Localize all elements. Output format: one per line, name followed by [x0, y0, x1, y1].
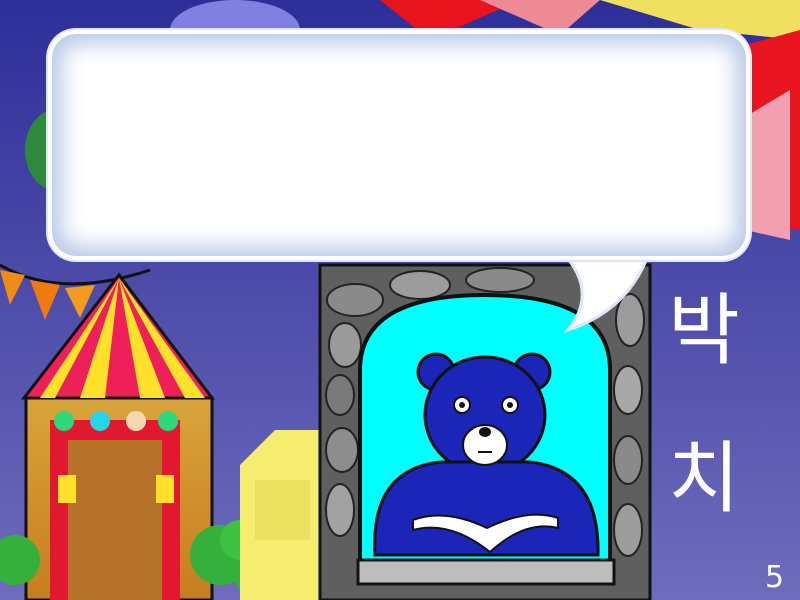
side-title-char-1: 박	[668, 286, 740, 376]
window-ledge	[356, 558, 616, 586]
side-title-char-2: 치	[668, 434, 740, 524]
speech-bubble	[48, 30, 750, 260]
yellow-building	[240, 430, 320, 600]
dialog-text	[82, 58, 716, 232]
page-number: 5	[765, 560, 785, 595]
